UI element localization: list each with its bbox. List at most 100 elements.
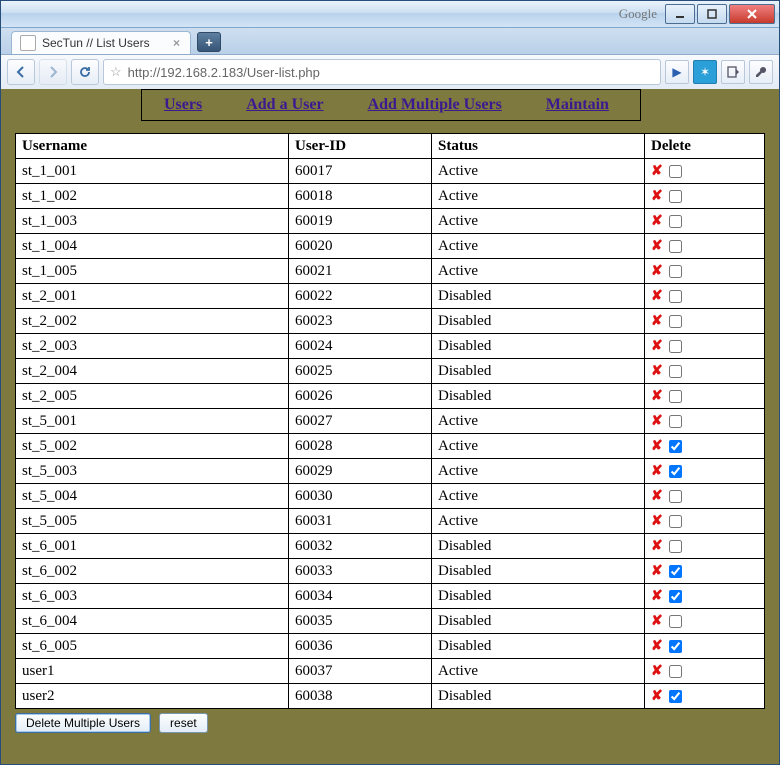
new-tab-button[interactable]: +: [197, 32, 221, 52]
cell-username: st_1_001: [16, 159, 289, 184]
col-delete: Delete: [645, 134, 765, 159]
table-row: st_6_00560036Disabled✘: [16, 634, 765, 659]
cell-username: st_2_005: [16, 384, 289, 409]
wrench-menu-button[interactable]: [749, 60, 773, 84]
table-row: st_2_00160022Disabled✘: [16, 284, 765, 309]
cell-user-id: 60023: [289, 309, 432, 334]
delete-checkbox[interactable]: [669, 365, 682, 378]
cell-username: st_5_002: [16, 434, 289, 459]
browser-tab[interactable]: SecTun // List Users ×: [11, 31, 191, 54]
delete-checkbox[interactable]: [669, 590, 682, 603]
cell-username: st_5_003: [16, 459, 289, 484]
delete-icon[interactable]: ✘: [651, 463, 663, 480]
delete-multiple-button[interactable]: Delete Multiple Users: [15, 713, 151, 733]
window-minimize-button[interactable]: [665, 4, 695, 24]
page-viewport[interactable]: Users Add a User Add Multiple Users Main…: [1, 89, 779, 764]
delete-checkbox[interactable]: [669, 415, 682, 428]
play-button[interactable]: ▶: [665, 60, 689, 84]
delete-checkbox[interactable]: [669, 515, 682, 528]
cell-username: st_5_004: [16, 484, 289, 509]
cell-user-id: 60026: [289, 384, 432, 409]
cell-username: st_6_001: [16, 534, 289, 559]
reset-button[interactable]: reset: [159, 713, 208, 733]
delete-icon[interactable]: ✘: [651, 638, 663, 655]
extension-button[interactable]: ✶: [693, 60, 717, 84]
delete-icon[interactable]: ✘: [651, 413, 663, 430]
url-bar[interactable]: ☆ http://192.168.2.183/User-list.php: [103, 59, 661, 85]
cell-delete: ✘: [645, 484, 765, 509]
delete-checkbox[interactable]: [669, 215, 682, 228]
bookmark-star-icon[interactable]: ☆: [110, 64, 122, 80]
delete-icon[interactable]: ✘: [651, 488, 663, 505]
delete-icon[interactable]: ✘: [651, 513, 663, 530]
window-maximize-button[interactable]: [697, 4, 727, 24]
delete-checkbox[interactable]: [669, 290, 682, 303]
nav-add-user-link[interactable]: Add a User: [224, 96, 345, 114]
cell-status: Disabled: [432, 384, 645, 409]
back-button[interactable]: [7, 59, 35, 85]
delete-icon[interactable]: ✘: [651, 288, 663, 305]
delete-checkbox[interactable]: [669, 465, 682, 478]
delete-icon[interactable]: ✘: [651, 438, 663, 455]
delete-icon[interactable]: ✘: [651, 588, 663, 605]
table-row: st_2_00560026Disabled ✘: [16, 384, 765, 409]
window-close-button[interactable]: [729, 4, 775, 24]
cell-user-id: 60025: [289, 359, 432, 384]
delete-checkbox[interactable]: [669, 690, 682, 703]
delete-icon[interactable]: ✘: [651, 338, 663, 355]
delete-checkbox[interactable]: [669, 665, 682, 678]
nav-users-link[interactable]: Users: [142, 96, 224, 114]
delete-checkbox[interactable]: [669, 565, 682, 578]
delete-checkbox[interactable]: [669, 165, 682, 178]
delete-icon[interactable]: ✘: [651, 313, 663, 330]
delete-icon[interactable]: ✘: [651, 163, 663, 180]
table-row: st_5_00460030Active✘: [16, 484, 765, 509]
users-table: Username User-ID Status Delete st_1_0016…: [15, 133, 765, 709]
delete-icon[interactable]: ✘: [651, 263, 663, 280]
delete-checkbox[interactable]: [669, 390, 682, 403]
reload-button[interactable]: [71, 59, 99, 85]
delete-checkbox[interactable]: [669, 640, 682, 653]
delete-checkbox[interactable]: [669, 440, 682, 453]
delete-checkbox[interactable]: [669, 190, 682, 203]
table-row: st_2_00260023Disabled✘: [16, 309, 765, 334]
delete-icon[interactable]: ✘: [651, 363, 663, 380]
cell-status: Disabled: [432, 359, 645, 384]
table-row: st_6_00260033Disabled✘: [16, 559, 765, 584]
delete-checkbox[interactable]: [669, 615, 682, 628]
nav-add-multiple-link[interactable]: Add Multiple Users: [346, 96, 524, 114]
delete-icon[interactable]: ✘: [651, 188, 663, 205]
nav-maintain-link[interactable]: Maintain: [524, 96, 631, 114]
delete-checkbox[interactable]: [669, 340, 682, 353]
table-row: st_1_00560021Active✘: [16, 259, 765, 284]
delete-icon[interactable]: ✘: [651, 663, 663, 680]
page-menu-button[interactable]: [721, 60, 745, 84]
delete-icon[interactable]: ✘: [651, 613, 663, 630]
tab-close-button[interactable]: ×: [173, 36, 180, 50]
cell-delete: ✘: [645, 284, 765, 309]
delete-icon[interactable]: ✘: [651, 688, 663, 705]
col-user-id: User-ID: [289, 134, 432, 159]
cell-username: st_2_001: [16, 284, 289, 309]
delete-checkbox[interactable]: [669, 490, 682, 503]
delete-checkbox[interactable]: [669, 315, 682, 328]
toolbar-right: ▶ ✶: [665, 60, 773, 84]
cell-username: st_1_003: [16, 209, 289, 234]
delete-icon[interactable]: ✘: [651, 563, 663, 580]
delete-checkbox[interactable]: [669, 265, 682, 278]
google-brand: Google: [619, 6, 657, 22]
table-row: st_5_00360029Active✘: [16, 459, 765, 484]
delete-icon[interactable]: ✘: [651, 388, 663, 405]
url-text: http://192.168.2.183/User-list.php: [128, 65, 320, 80]
delete-checkbox[interactable]: [669, 240, 682, 253]
forward-button[interactable]: [39, 59, 67, 85]
delete-icon[interactable]: ✘: [651, 213, 663, 230]
cell-username: user1: [16, 659, 289, 684]
cell-delete: ✘: [645, 409, 765, 434]
cell-status: Active: [432, 234, 645, 259]
delete-icon[interactable]: ✘: [651, 538, 663, 555]
table-row: st_6_00160032Disabled✘: [16, 534, 765, 559]
delete-icon[interactable]: ✘: [651, 238, 663, 255]
delete-checkbox[interactable]: [669, 540, 682, 553]
cell-status: Disabled: [432, 684, 645, 709]
